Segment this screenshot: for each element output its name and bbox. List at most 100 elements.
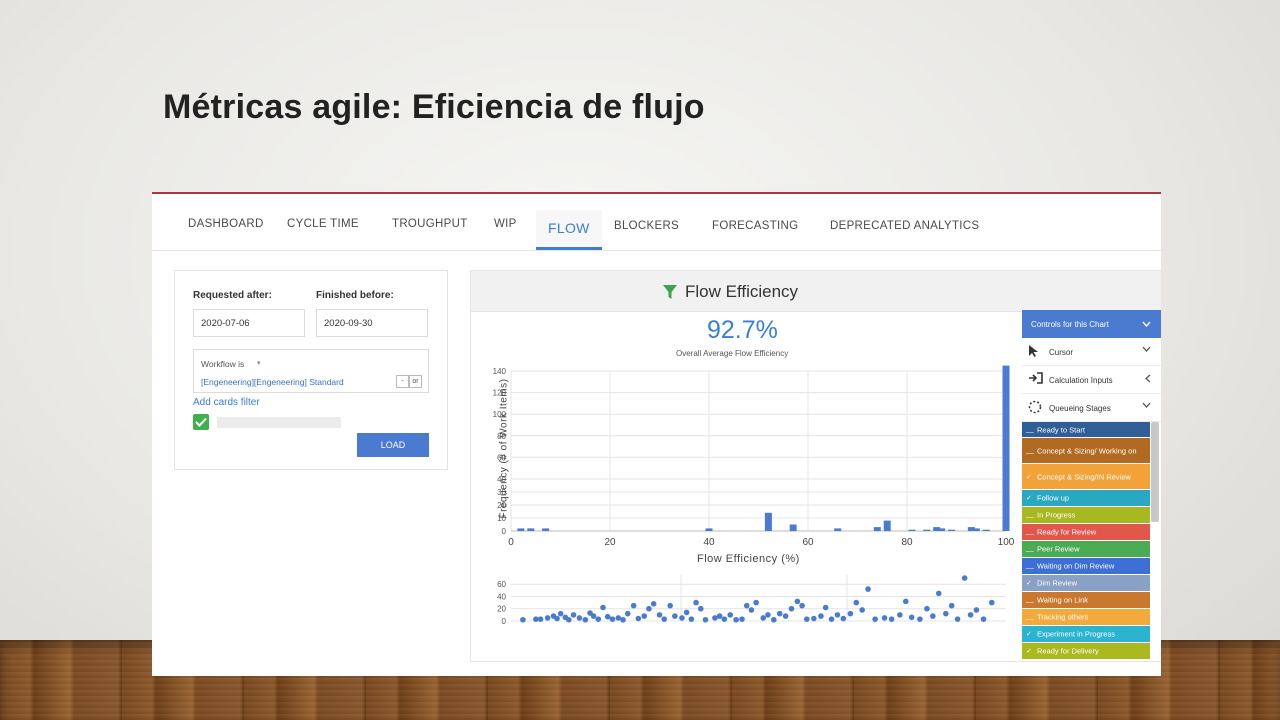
scatter-point — [566, 616, 572, 623]
x-axis-title: Flow Efficiency (%) — [697, 553, 800, 565]
scatter-point — [954, 616, 961, 622]
histogram-bar — [789, 524, 797, 531]
scatter-point — [537, 616, 544, 622]
scatter-point — [765, 612, 771, 618]
minus-icon[interactable]: - — [396, 375, 409, 388]
scatter-point — [799, 602, 805, 609]
y-tick-label: 20 — [497, 605, 506, 614]
y-tick-label: 40 — [497, 592, 506, 601]
dash-icon: __ — [1026, 528, 1034, 536]
control-queueing-stages-label: Queueing Stages — [1049, 404, 1111, 413]
scatter-point — [788, 605, 795, 612]
scatter-point — [967, 612, 974, 618]
scatter-point — [872, 616, 878, 622]
queueing-stage-label: Ready for Review — [1037, 527, 1097, 537]
queueing-stage-item[interactable]: __ Peer Review — [1022, 541, 1150, 557]
queueing-stage-label: Ready to Start — [1037, 425, 1085, 434]
requested-after-input[interactable] — [193, 309, 305, 337]
scatter-point — [847, 610, 854, 617]
filter-panel: Requested after: Finished before: Workfl… — [174, 270, 448, 470]
scatter-point — [834, 612, 841, 618]
scatter-point — [771, 616, 777, 623]
tab-deprecated-analytics[interactable]: DEPRECATED ANALYTICS — [830, 220, 979, 232]
add-cards-filter-link[interactable]: Add cards filter — [193, 397, 260, 408]
scatter-point — [656, 612, 663, 618]
check-icon: ✓ — [1026, 648, 1032, 655]
histogram-bar — [948, 529, 956, 531]
tab-blockers[interactable]: BLOCKERS — [614, 220, 679, 232]
queueing-stage-item[interactable]: ✓ Concept & Sizing/IN Review — [1022, 464, 1150, 489]
scatter-point — [828, 616, 835, 622]
load-button[interactable]: LOAD — [357, 433, 429, 457]
tab-cycle-time[interactable]: CYCLE TIME — [287, 218, 359, 230]
histogram-bar — [873, 527, 881, 531]
tab-flow[interactable]: FLOW — [536, 210, 602, 250]
queueing-stage-item[interactable]: ✓ Ready for Delivery — [1022, 643, 1150, 659]
chevron-down-icon — [1142, 321, 1151, 327]
or-toggle-icon[interactable]: or — [409, 375, 422, 388]
dotted-circle-icon — [1028, 400, 1042, 414]
tab-forecasting[interactable]: FORECASTING — [712, 220, 798, 232]
controls-header[interactable]: Controls for this Chart — [1022, 310, 1161, 338]
scatter-point — [600, 604, 606, 611]
workflow-value[interactable]: [Engeneering][Engeneering] Standard — [201, 377, 344, 387]
sign-in-icon — [1029, 372, 1043, 384]
chart-title: Flow Efficiency — [685, 282, 799, 301]
queueing-stage-item[interactable]: __ Ready to Start — [1022, 422, 1150, 437]
tab-troughput[interactable]: TROUGHPUT — [392, 218, 468, 230]
dash-icon: __ — [1026, 545, 1034, 553]
cards-filter-checkbox[interactable] — [193, 414, 209, 430]
x-tick-label: 80 — [901, 537, 913, 548]
finished-before-input[interactable] — [316, 309, 428, 337]
histogram-bar — [527, 528, 535, 531]
scatter-point — [760, 615, 767, 621]
control-cursor[interactable]: Cursor — [1022, 338, 1161, 366]
slide-title: Métricas agile: Eficiencia de flujo — [163, 88, 705, 126]
histogram-bar — [923, 529, 931, 531]
control-calculation-inputs[interactable]: Calculation Inputs — [1022, 366, 1161, 394]
scatter-point — [973, 607, 980, 613]
queueing-stage-label: Experiment in Progress — [1037, 629, 1115, 639]
stages-scrollbar[interactable] — [1151, 422, 1159, 522]
scatter-point — [595, 616, 602, 622]
queueing-stage-item[interactable]: __ Tracking others — [1022, 609, 1150, 625]
check-icon: ✓ — [1026, 495, 1032, 502]
histogram-bar — [517, 528, 525, 531]
histogram-bar — [982, 529, 990, 531]
scatter-point — [590, 613, 597, 619]
queueing-stage-item[interactable]: ✓ Experiment in Progress — [1022, 626, 1150, 642]
queueing-stage-item[interactable]: __ Waiting on Dim Review — [1022, 558, 1150, 574]
chart-header: Flow Efficiency — [471, 271, 1161, 312]
scatter-point — [582, 616, 589, 623]
queueing-stage-label: Peer Review — [1037, 544, 1080, 554]
control-queueing-stages[interactable]: Queueing Stages — [1022, 394, 1161, 422]
queueing-stage-item[interactable]: __ Ready for Review — [1022, 524, 1150, 540]
scatter-point — [840, 615, 847, 622]
analytics-app-window: DASHBOARD CYCLE TIME TROUGHPUT WIP FLOW … — [152, 192, 1161, 676]
scatter-point — [716, 613, 723, 619]
scatter-point — [554, 615, 560, 622]
overall-flow-efficiency-value: 92.7% — [707, 316, 778, 344]
workflow-filter[interactable]: Workflow is ▾ [Engeneering][Engeneering]… — [193, 349, 429, 393]
queueing-stage-item[interactable]: __ Concept & Sizing/ Working on — [1022, 438, 1150, 463]
check-icon: ✓ — [1026, 631, 1032, 638]
queueing-stage-item[interactable]: ✓ Dim Review — [1022, 575, 1150, 591]
workflow-label: Workflow is — [201, 359, 245, 369]
x-tick-label: 40 — [703, 537, 715, 548]
scatter-point — [702, 616, 709, 623]
tab-wip[interactable]: WIP — [494, 218, 517, 230]
queueing-stage-item[interactable]: __ Waiting on Link — [1022, 592, 1150, 608]
x-tick-label: 20 — [604, 537, 616, 548]
scatter-point — [782, 613, 789, 619]
queueing-stage-label: Dim Review — [1037, 578, 1078, 588]
scatter-point — [897, 612, 903, 618]
x-tick-label: 0 — [508, 537, 514, 548]
tab-dashboard[interactable]: DASHBOARD — [188, 218, 264, 230]
funnel-icon — [663, 285, 677, 299]
control-calculation-inputs-label: Calculation Inputs — [1049, 376, 1113, 385]
queueing-stage-item[interactable]: ✓ Follow up — [1022, 490, 1150, 506]
requested-after-label: Requested after: — [193, 290, 272, 301]
chevron-down-icon — [1142, 402, 1151, 408]
dash-icon: __ — [1026, 613, 1034, 621]
queueing-stage-item[interactable]: __ In Progress — [1022, 507, 1150, 523]
